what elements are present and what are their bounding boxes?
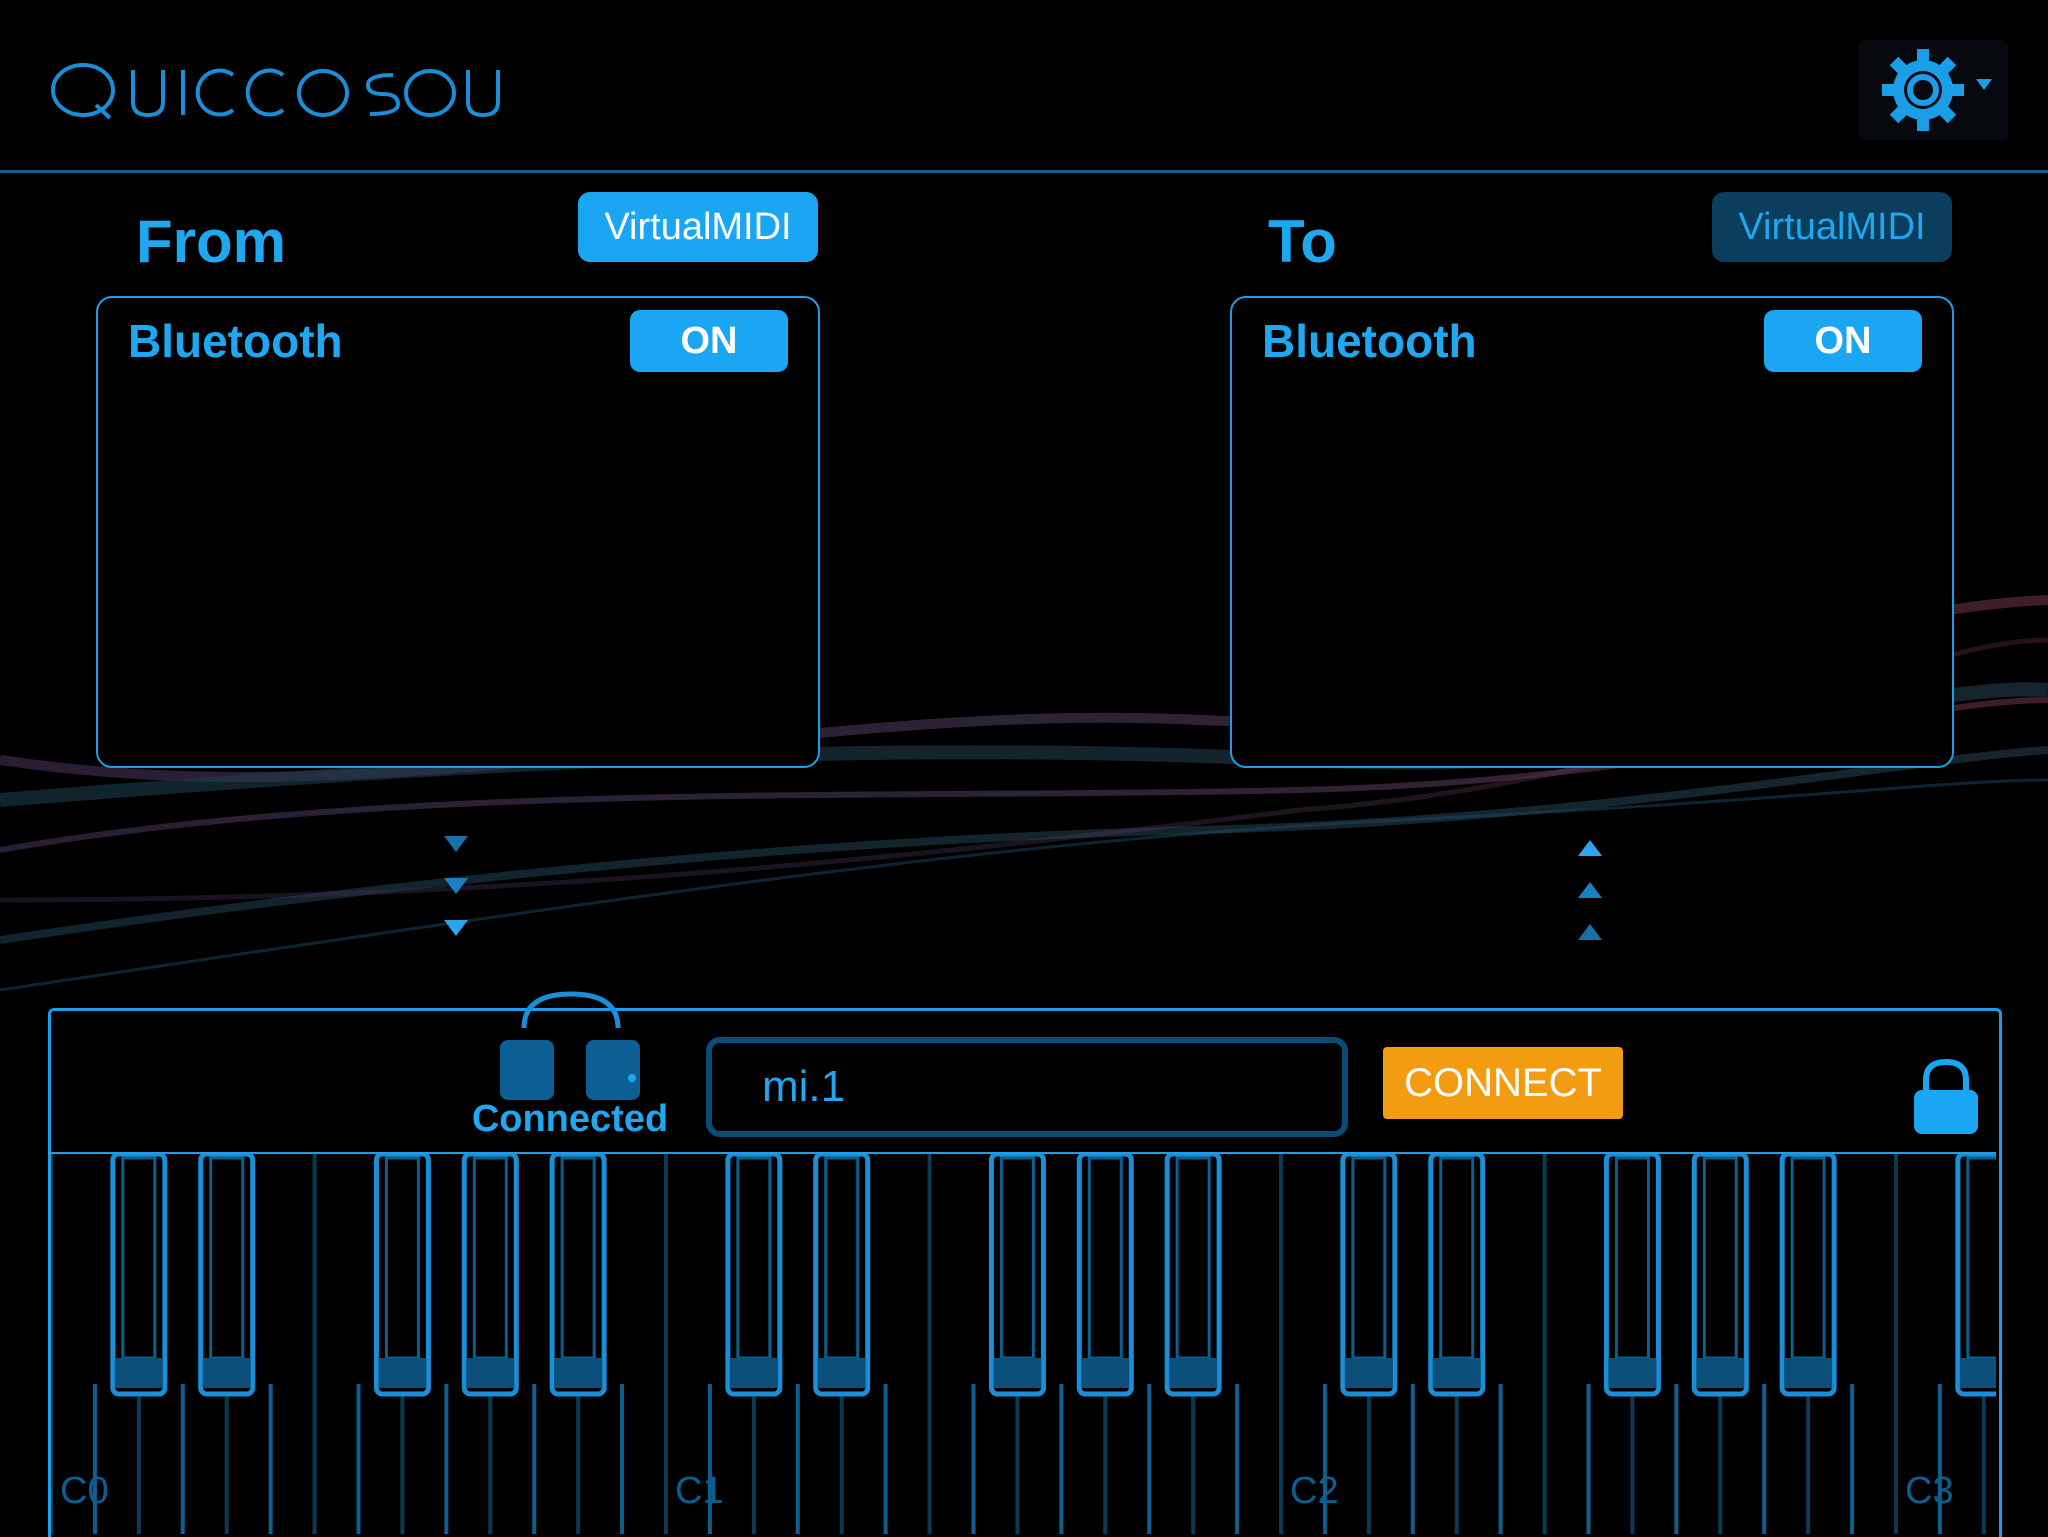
- from-device-panel: Bluetooth ON: [96, 296, 820, 768]
- quicco-sound-logo: [48, 50, 548, 140]
- black-key-f-sharp[interactable]: [988, 1154, 1046, 1397]
- to-bluetooth-label: Bluetooth: [1262, 315, 1477, 367]
- black-key-c-sharp[interactable]: [1340, 1154, 1398, 1397]
- white-key[interactable]: [1674, 1384, 1679, 1534]
- white-key-divider: [927, 1154, 932, 1534]
- from-bluetooth-toggle[interactable]: ON: [630, 310, 788, 372]
- octave-label-c3: C3: [1905, 1470, 1954, 1512]
- to-device-panel: Bluetooth ON: [1230, 296, 1954, 768]
- black-key-a-sharp[interactable]: [549, 1154, 607, 1397]
- white-key[interactable]: [444, 1384, 449, 1534]
- octave-label-c2: C2: [1290, 1470, 1339, 1512]
- to-bluetooth-toggle[interactable]: ON: [1764, 310, 1922, 372]
- white-key-divider: [312, 1154, 317, 1534]
- black-key-c-sharp[interactable]: [725, 1154, 783, 1397]
- from-virtualmidi-button[interactable]: VirtualMIDI: [578, 192, 818, 262]
- white-key[interactable]: [532, 1384, 537, 1534]
- black-key-a-sharp[interactable]: [1779, 1154, 1837, 1397]
- white-key[interactable]: [268, 1384, 273, 1534]
- white-key[interactable]: [971, 1384, 976, 1534]
- white-key-divider: [1542, 1154, 1547, 1534]
- white-key-divider: [664, 1154, 668, 1534]
- white-key[interactable]: [1498, 1384, 1503, 1534]
- white-key[interactable]: [1147, 1384, 1152, 1534]
- black-key-d-sharp[interactable]: [198, 1154, 256, 1397]
- white-key[interactable]: [356, 1384, 361, 1534]
- white-key-divider: [51, 1154, 53, 1534]
- down-arrows-icon: [440, 832, 472, 947]
- black-key-d-sharp[interactable]: [813, 1154, 871, 1397]
- white-key[interactable]: [1235, 1384, 1240, 1534]
- device-name-field[interactable]: mi.1: [706, 1037, 1348, 1137]
- from-title: From: [136, 208, 286, 275]
- black-key-f-sharp[interactable]: [1603, 1154, 1661, 1397]
- white-key[interactable]: [1059, 1384, 1064, 1534]
- settings-menu[interactable]: [1858, 40, 2008, 140]
- octave-label-c0: C0: [60, 1470, 109, 1512]
- black-key-g-sharp[interactable]: [461, 1154, 519, 1397]
- from-bluetooth-label: Bluetooth: [128, 315, 343, 367]
- black-key-g-sharp[interactable]: [1076, 1154, 1134, 1397]
- white-key[interactable]: [1850, 1384, 1855, 1534]
- white-key[interactable]: [620, 1384, 625, 1534]
- black-key-g-sharp[interactable]: [1691, 1154, 1749, 1397]
- white-key[interactable]: [180, 1384, 185, 1534]
- white-key[interactable]: [1762, 1384, 1767, 1534]
- white-key-divider: [1894, 1154, 1898, 1534]
- black-key-c-sharp[interactable]: [1955, 1154, 1996, 1397]
- white-key-divider: [1279, 1154, 1283, 1534]
- octave-label-c1: C1: [675, 1470, 724, 1512]
- connection-status-icon: [496, 988, 646, 1108]
- piano-keyboard[interactable]: [51, 1154, 1996, 1534]
- black-key-d-sharp[interactable]: [1428, 1154, 1486, 1397]
- white-key[interactable]: [1586, 1384, 1591, 1534]
- gear-icon[interactable]: [1878, 45, 1968, 140]
- black-key-c-sharp[interactable]: [110, 1154, 168, 1397]
- white-key[interactable]: [795, 1384, 800, 1534]
- white-key[interactable]: [883, 1384, 888, 1534]
- connect-button[interactable]: CONNECT: [1383, 1047, 1623, 1119]
- caret-down-icon[interactable]: [1976, 78, 1992, 96]
- to-title: To: [1268, 208, 1337, 275]
- black-key-a-sharp[interactable]: [1164, 1154, 1222, 1397]
- header-divider: [0, 170, 2048, 173]
- white-key[interactable]: [1410, 1384, 1415, 1534]
- to-virtualmidi-button[interactable]: VirtualMIDI: [1712, 192, 1952, 262]
- black-key-f-sharp[interactable]: [373, 1154, 431, 1397]
- connection-status-label: Connected: [471, 1098, 669, 1140]
- device-name-value: mi.1: [762, 1062, 846, 1111]
- up-arrows-icon: [1574, 834, 1606, 949]
- lock-icon[interactable]: [1912, 1058, 1980, 1141]
